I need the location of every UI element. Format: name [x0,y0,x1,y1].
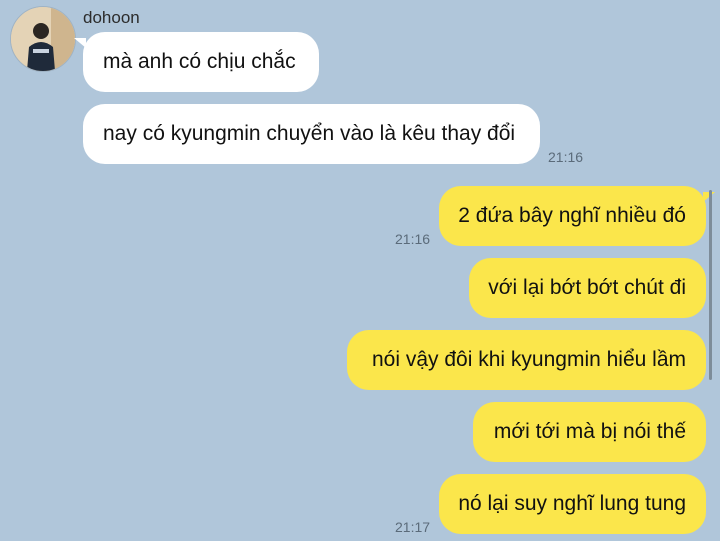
message-bubble-outgoing[interactable]: mới tới mà bị nói thế [473,402,706,462]
avatar-photo-icon [11,7,75,71]
message-text: nó lại suy nghĩ lung tung [458,492,686,515]
contact-avatar[interactable] [10,6,76,72]
message-bubble-outgoing[interactable]: nó lại suy nghĩ lung tung [439,474,706,534]
message-bubble-incoming[interactable]: mà anh có chịu chắc [74,32,319,92]
message-bubble-incoming[interactable]: nay có kyungmin chuyển vào là kêu thay đ… [83,104,540,164]
message-text: mới tới mà bị nói thế [493,420,686,443]
chat-scrollbar[interactable] [709,190,712,380]
message-text: với lại bớt bớt chút đi [488,276,686,299]
contact-name: dohoon [83,8,140,27]
message-bubble-outgoing[interactable]: nói vậy đôi khi kyungmin hiểu lầm [347,330,706,390]
message-text: nói vậy đôi khi kyungmin hiểu lầm [372,348,686,371]
message-timestamp: 21:17 [395,519,431,535]
bubble-tail [74,38,86,48]
message-bubble-outgoing[interactable]: với lại bớt bớt chút đi [469,258,706,318]
message-timestamp: 21:16 [395,231,431,247]
message-bubble-outgoing[interactable]: 2 đứa bây nghĩ nhiều đó [439,186,715,246]
message-timestamp: 21:16 [548,149,584,165]
message-text: 2 đứa bây nghĩ nhiều đó [458,204,686,227]
message-text: nay có kyungmin chuyển vào là kêu thay đ… [103,122,516,145]
message-text: mà anh có chịu chắc [103,50,296,73]
